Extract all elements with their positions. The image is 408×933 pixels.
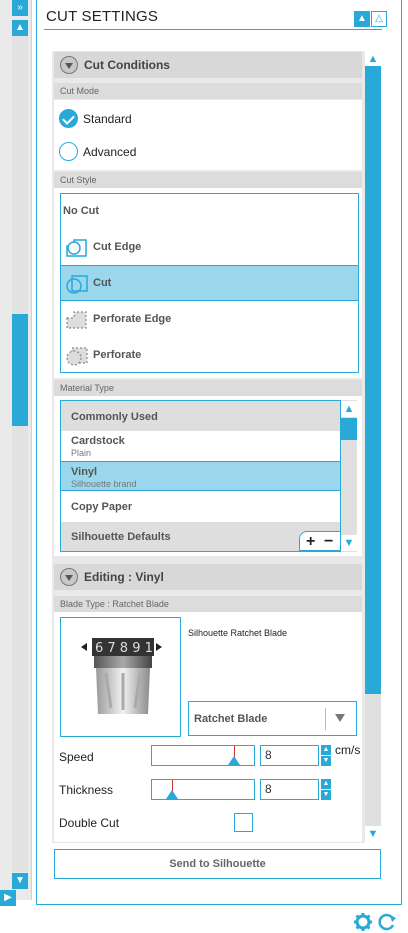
perforate-icon [66,347,88,366]
left-scrollbar-track[interactable] [12,36,28,872]
cut-edge-icon [66,239,87,257]
double-cut-checkbox[interactable] [234,813,253,832]
remove-material-button[interactable]: − [324,533,333,551]
chevron-down-icon[interactable] [335,714,345,722]
section-title: Editing : Vinyl [84,570,164,584]
blade-select[interactable]: Ratchet Blade [188,701,357,736]
double-cut-label: Double Cut [59,816,120,830]
material-name: Cardstock [71,435,125,447]
cut-icon [66,275,88,294]
blade-type-label: Blade Type : Ratchet Blade [54,596,362,612]
collapse-up-button[interactable]: ▲ [354,11,370,27]
page-title: CUT SETTINGS [46,8,159,25]
speed-unit: cm/s [335,743,361,757]
material-scroll-thumb[interactable] [341,418,357,440]
cut-style-no-cut[interactable]: No Cut [61,194,358,230]
perforate-edge-icon [66,311,87,329]
cut-style-label-text: Perforate [93,349,142,361]
cut-style-cut[interactable]: Cut [61,265,358,301]
cut-style-label: Cut Style [54,172,362,188]
material-name: Copy Paper [71,501,133,513]
blade-image-frame: 6 7 8 9 1 [60,617,181,737]
radio-advanced[interactable] [59,142,78,161]
material-item-selected[interactable]: Vinyl Silhouette brand [61,461,340,491]
section-editing[interactable]: Editing : Vinyl [54,564,362,590]
cut-style-label-text: No Cut [63,205,100,217]
material-defaults: Silhouette Defaults [71,531,171,543]
material-sub: Silhouette brand [71,479,137,489]
add-material-button[interactable]: + [306,533,315,551]
content-scrollbar-thumb[interactable] [365,66,381,694]
left-scroll-up-button[interactable]: ▲ [12,20,28,36]
section-title: Cut Conditions [84,58,170,72]
ratchet-blade-icon: 6 7 8 9 1 [81,638,162,714]
send-to-silhouette-button[interactable]: Send to Silhouette [54,849,381,879]
material-group-title: Commonly Used [71,411,158,423]
content-scroll-down-button[interactable]: ▼ [365,826,381,842]
select-divider [325,708,326,730]
material-group-header[interactable]: Commonly Used [61,401,340,431]
radio-standard-label: Standard [83,112,132,126]
material-type-label: Material Type [54,380,362,396]
thickness-label: Thickness [59,783,114,797]
cut-style-perforate-edge[interactable]: Perforate Edge [61,302,358,338]
material-scroll-down[interactable]: ▼ [341,535,357,551]
speed-stepper[interactable]: ▲ ▼ [321,745,331,766]
speed-label: Speed [59,750,94,764]
material-name: Vinyl [71,466,98,478]
thickness-slider-handle[interactable] [166,790,178,799]
content-scroll-up-button[interactable]: ▲ [365,51,381,67]
collapse-left-icon[interactable]: » [12,0,28,16]
stepper-down-icon[interactable]: ▼ [321,790,331,800]
left-scroll-down-button[interactable]: ▼ [12,873,28,889]
stepper-down-icon[interactable]: ▼ [321,756,331,766]
speed-slider[interactable] [151,745,255,766]
material-item[interactable]: Cardstock Plain [61,431,340,461]
material-sub: Plain [71,448,92,458]
left-scrollbar-thumb[interactable] [12,314,28,426]
collapse-chevron-icon[interactable] [60,568,78,586]
cut-style-cut-edge[interactable]: Cut Edge [61,230,358,266]
stepper-up-icon[interactable]: ▲ [321,745,331,755]
refresh-icon[interactable] [377,912,397,932]
cut-style-label-text: Cut [93,277,112,289]
gear-icon[interactable] [353,912,373,932]
radio-advanced-label: Advanced [83,145,137,159]
expand-up-button[interactable]: △ [371,11,387,27]
cut-style-label-text: Cut Edge [93,241,142,253]
expand-left-icon[interactable]: ▶ [0,890,16,906]
blade-dial-digits: 6 7 8 9 1 [95,641,153,656]
thickness-input[interactable]: 8 [260,779,319,800]
cut-mode-group [54,100,362,170]
material-add-remove: + − [299,531,341,551]
cut-style-label-text: Perforate Edge [93,313,172,325]
blade-select-value: Ratchet Blade [194,713,268,725]
radio-standard[interactable] [59,109,78,128]
speed-input[interactable]: 8 [260,745,319,766]
section-cut-conditions[interactable]: Cut Conditions [54,52,362,78]
stepper-up-icon[interactable]: ▲ [321,779,331,789]
speed-slider-handle[interactable] [228,756,240,765]
blade-name: Silhouette Ratchet Blade [188,628,288,638]
cut-style-perforate[interactable]: Perforate [61,338,358,374]
collapse-chevron-icon[interactable] [60,56,78,74]
cut-mode-label: Cut Mode [54,83,362,99]
thickness-stepper[interactable]: ▲ ▼ [321,779,331,800]
material-scroll-up[interactable]: ▲ [341,401,357,417]
material-item[interactable]: Copy Paper [61,492,340,522]
thickness-slider[interactable] [151,779,255,800]
